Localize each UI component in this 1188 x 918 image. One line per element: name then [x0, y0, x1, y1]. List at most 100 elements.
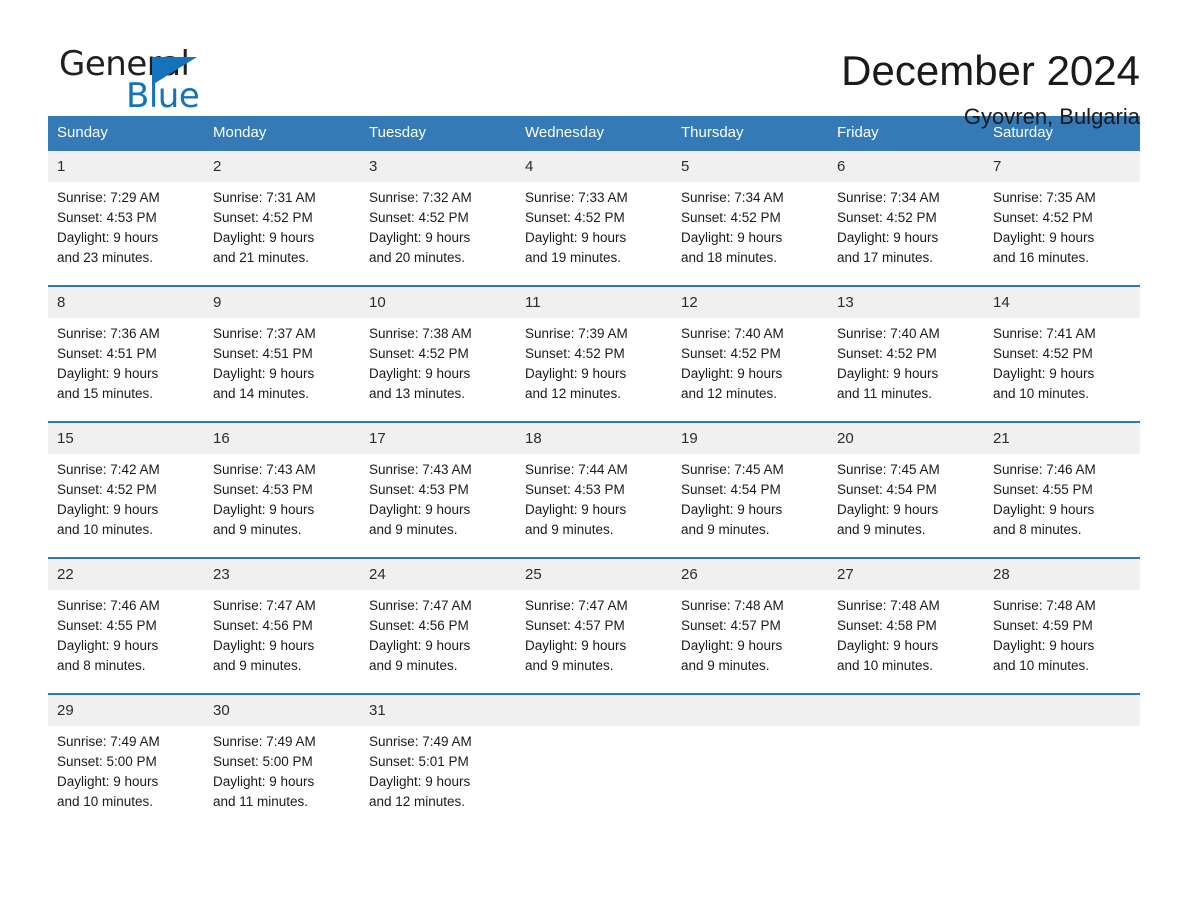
daylight-duration-line1: Daylight: 9 hours: [369, 638, 471, 653]
day-cell-inner: 31 Sunrise: 7:49 AM Sunset: 5:01 PM Dayligh…: [360, 695, 516, 829]
day-number: 25: [516, 559, 672, 590]
calendar-day-cell[interactable]: 6 Sunrise: 7:34 AM Sunset: 4:52 PM Daylight…: [828, 151, 984, 286]
calendar-day-cell[interactable]: 2 Sunrise: 7:31 AM Sunset: 4:52 PM Daylight…: [204, 151, 360, 286]
daylight-duration-line1: Daylight: 9 hours: [993, 230, 1095, 245]
generalblue-logo[interactable]: General Blue: [48, 44, 248, 116]
day-number: [984, 695, 1140, 726]
day-details: Sunrise: 7:46 AM Sunset: 4:55 PM Daylight:…: [984, 454, 1140, 540]
day-details: Sunrise: 7:43 AM Sunset: 4:53 PM Daylight:…: [360, 454, 516, 540]
day-details: Sunrise: 7:45 AM Sunset: 4:54 PM Daylight:…: [672, 454, 828, 540]
daylight-duration-line1: Daylight: 9 hours: [993, 638, 1095, 653]
calendar-day-cell[interactable]: 17 Sunrise: 7:43 AM Sunset: 4:53 PM Dayligh…: [360, 421, 516, 558]
day-details: Sunrise: 7:49 AM Sunset: 5:01 PM Daylight:…: [360, 726, 516, 812]
day-cell-inner: 20 Sunrise: 7:45 AM Sunset: 4:54 PM Dayligh…: [828, 423, 984, 557]
day-number: 26: [672, 559, 828, 590]
daylight-duration-line2: and 10 minutes.: [57, 522, 154, 537]
day-number: 2: [204, 151, 360, 182]
calendar-day-cell[interactable]: 3 Sunrise: 7:32 AM Sunset: 4:52 PM Daylight…: [360, 151, 516, 286]
calendar-day-cell[interactable]: 8 Sunrise: 7:36 AM Sunset: 4:51 PM Daylight…: [48, 285, 204, 422]
calendar-week-row: 22 Sunrise: 7:46 AM Sunset: 4:55 PM Dayligh…: [48, 557, 1140, 694]
daylight-duration-line2: and 10 minutes.: [57, 794, 154, 809]
sunrise-time: Sunrise: 7:45 AM: [681, 462, 784, 477]
daylight-duration-line2: and 8 minutes.: [57, 658, 146, 673]
calendar-day-cell[interactable]: 28 Sunrise: 7:48 AM Sunset: 4:59 PM Dayligh…: [984, 557, 1140, 694]
sunset-time: Sunset: 4:56 PM: [369, 618, 469, 633]
page-title: December 2024: [841, 47, 1140, 94]
calendar-day-cell[interactable]: 4 Sunrise: 7:33 AM Sunset: 4:52 PM Daylight…: [516, 151, 672, 286]
day-cell-inner: 28 Sunrise: 7:48 AM Sunset: 4:59 PM Dayligh…: [984, 559, 1140, 693]
day-cell-inner: 30 Sunrise: 7:49 AM Sunset: 5:00 PM Dayligh…: [204, 695, 360, 829]
calendar-day-cell[interactable]: 22 Sunrise: 7:46 AM Sunset: 4:55 PM Dayligh…: [48, 557, 204, 694]
daylight-duration-line2: and 8 minutes.: [993, 522, 1082, 537]
day-details: Sunrise: 7:29 AM Sunset: 4:53 PM Daylight:…: [48, 182, 204, 268]
day-cell-inner: 1 Sunrise: 7:29 AM Sunset: 4:53 PM Daylight…: [48, 151, 204, 285]
calendar-day-cell[interactable]: 5 Sunrise: 7:34 AM Sunset: 4:52 PM Daylight…: [672, 151, 828, 286]
sunset-time: Sunset: 4:53 PM: [213, 482, 313, 497]
calendar-day-cell[interactable]: 11 Sunrise: 7:39 AM Sunset: 4:52 PM Dayligh…: [516, 285, 672, 422]
day-number: 21: [984, 423, 1140, 454]
calendar-day-cell[interactable]: 16 Sunrise: 7:43 AM Sunset: 4:53 PM Dayligh…: [204, 421, 360, 558]
day-details: [516, 726, 672, 732]
day-number: 20: [828, 423, 984, 454]
calendar-day-cell[interactable]: 18 Sunrise: 7:44 AM Sunset: 4:53 PM Dayligh…: [516, 421, 672, 558]
day-details: Sunrise: 7:33 AM Sunset: 4:52 PM Daylight:…: [516, 182, 672, 268]
day-cell-inner: 13 Sunrise: 7:40 AM Sunset: 4:52 PM Dayligh…: [828, 287, 984, 421]
day-cell-inner: 24 Sunrise: 7:47 AM Sunset: 4:56 PM Dayligh…: [360, 559, 516, 693]
sunset-time: Sunset: 4:53 PM: [57, 210, 157, 225]
calendar-day-cell[interactable]: 24 Sunrise: 7:47 AM Sunset: 4:56 PM Dayligh…: [360, 557, 516, 694]
sunset-time: Sunset: 4:52 PM: [837, 346, 937, 361]
weekday-header-monday: Monday: [204, 116, 360, 151]
sunrise-time: Sunrise: 7:49 AM: [213, 734, 316, 749]
sunset-time: Sunset: 5:01 PM: [369, 754, 469, 769]
daylight-duration-line1: Daylight: 9 hours: [213, 230, 315, 245]
daylight-duration-line1: Daylight: 9 hours: [213, 638, 315, 653]
calendar-day-cell[interactable]: 31 Sunrise: 7:49 AM Sunset: 5:01 PM Dayligh…: [360, 693, 516, 829]
calendar-day-cell[interactable]: 15 Sunrise: 7:42 AM Sunset: 4:52 PM Dayligh…: [48, 421, 204, 558]
sunrise-time: Sunrise: 7:48 AM: [993, 598, 1096, 613]
sunset-time: Sunset: 4:53 PM: [525, 482, 625, 497]
daylight-duration-line2: and 9 minutes.: [369, 658, 458, 673]
calendar-day-cell[interactable]: 20 Sunrise: 7:45 AM Sunset: 4:54 PM Dayligh…: [828, 421, 984, 558]
sunrise-time: Sunrise: 7:32 AM: [369, 190, 472, 205]
calendar-day-cell[interactable]: 9 Sunrise: 7:37 AM Sunset: 4:51 PM Daylight…: [204, 285, 360, 422]
day-number: [672, 695, 828, 726]
calendar-day-cell[interactable]: 12 Sunrise: 7:40 AM Sunset: 4:52 PM Dayligh…: [672, 285, 828, 422]
day-details: Sunrise: 7:44 AM Sunset: 4:53 PM Daylight:…: [516, 454, 672, 540]
calendar-day-cell[interactable]: 30 Sunrise: 7:49 AM Sunset: 5:00 PM Dayligh…: [204, 693, 360, 829]
day-number: 10: [360, 287, 516, 318]
sunset-time: Sunset: 4:55 PM: [57, 618, 157, 633]
page-subtitle: Gyovren, Bulgaria: [963, 104, 1140, 129]
day-details: Sunrise: 7:46 AM Sunset: 4:55 PM Daylight:…: [48, 590, 204, 676]
calendar-day-cell[interactable]: 7 Sunrise: 7:35 AM Sunset: 4:52 PM Daylight…: [984, 151, 1140, 286]
calendar-day-cell[interactable]: 23 Sunrise: 7:47 AM Sunset: 4:56 PM Dayligh…: [204, 557, 360, 694]
day-cell-inner: 15 Sunrise: 7:42 AM Sunset: 4:52 PM Dayligh…: [48, 423, 204, 557]
day-details: Sunrise: 7:34 AM Sunset: 4:52 PM Daylight:…: [828, 182, 984, 268]
calendar-day-cell[interactable]: 13 Sunrise: 7:40 AM Sunset: 4:52 PM Dayligh…: [828, 285, 984, 422]
weekday-header-tuesday: Tuesday: [360, 116, 516, 151]
sunrise-time: Sunrise: 7:40 AM: [681, 326, 784, 341]
day-number: 7: [984, 151, 1140, 182]
calendar-day-cell[interactable]: 26 Sunrise: 7:48 AM Sunset: 4:57 PM Dayligh…: [672, 557, 828, 694]
calendar-day-cell[interactable]: 21 Sunrise: 7:46 AM Sunset: 4:55 PM Dayligh…: [984, 421, 1140, 558]
calendar-day-cell[interactable]: 1 Sunrise: 7:29 AM Sunset: 4:53 PM Daylight…: [48, 151, 204, 286]
calendar-day-cell[interactable]: 25 Sunrise: 7:47 AM Sunset: 4:57 PM Dayligh…: [516, 557, 672, 694]
sunset-time: Sunset: 4:52 PM: [525, 210, 625, 225]
day-details: Sunrise: 7:48 AM Sunset: 4:58 PM Daylight:…: [828, 590, 984, 676]
day-details: [828, 726, 984, 732]
sunrise-time: Sunrise: 7:29 AM: [57, 190, 160, 205]
sunset-time: Sunset: 4:52 PM: [681, 346, 781, 361]
calendar-day-cell[interactable]: 10 Sunrise: 7:38 AM Sunset: 4:52 PM Dayligh…: [360, 285, 516, 422]
daylight-duration-line1: Daylight: 9 hours: [57, 230, 159, 245]
calendar-day-cell[interactable]: 29 Sunrise: 7:49 AM Sunset: 5:00 PM Dayligh…: [48, 693, 204, 829]
day-number: 17: [360, 423, 516, 454]
day-number: 19: [672, 423, 828, 454]
sunset-time: Sunset: 4:55 PM: [993, 482, 1093, 497]
calendar-day-cell[interactable]: 27 Sunrise: 7:48 AM Sunset: 4:58 PM Dayligh…: [828, 557, 984, 694]
calendar-day-cell[interactable]: 19 Sunrise: 7:45 AM Sunset: 4:54 PM Dayligh…: [672, 421, 828, 558]
daylight-duration-line1: Daylight: 9 hours: [57, 502, 159, 517]
sunrise-sunset-calendar: Sunday Monday Tuesday Wednesday Thursday…: [48, 116, 1140, 829]
day-cell-inner: 19 Sunrise: 7:45 AM Sunset: 4:54 PM Dayligh…: [672, 423, 828, 557]
daylight-duration-line1: Daylight: 9 hours: [681, 366, 783, 381]
calendar-day-cell[interactable]: 14 Sunrise: 7:41 AM Sunset: 4:52 PM Dayligh…: [984, 285, 1140, 422]
daylight-duration-line1: Daylight: 9 hours: [213, 502, 315, 517]
